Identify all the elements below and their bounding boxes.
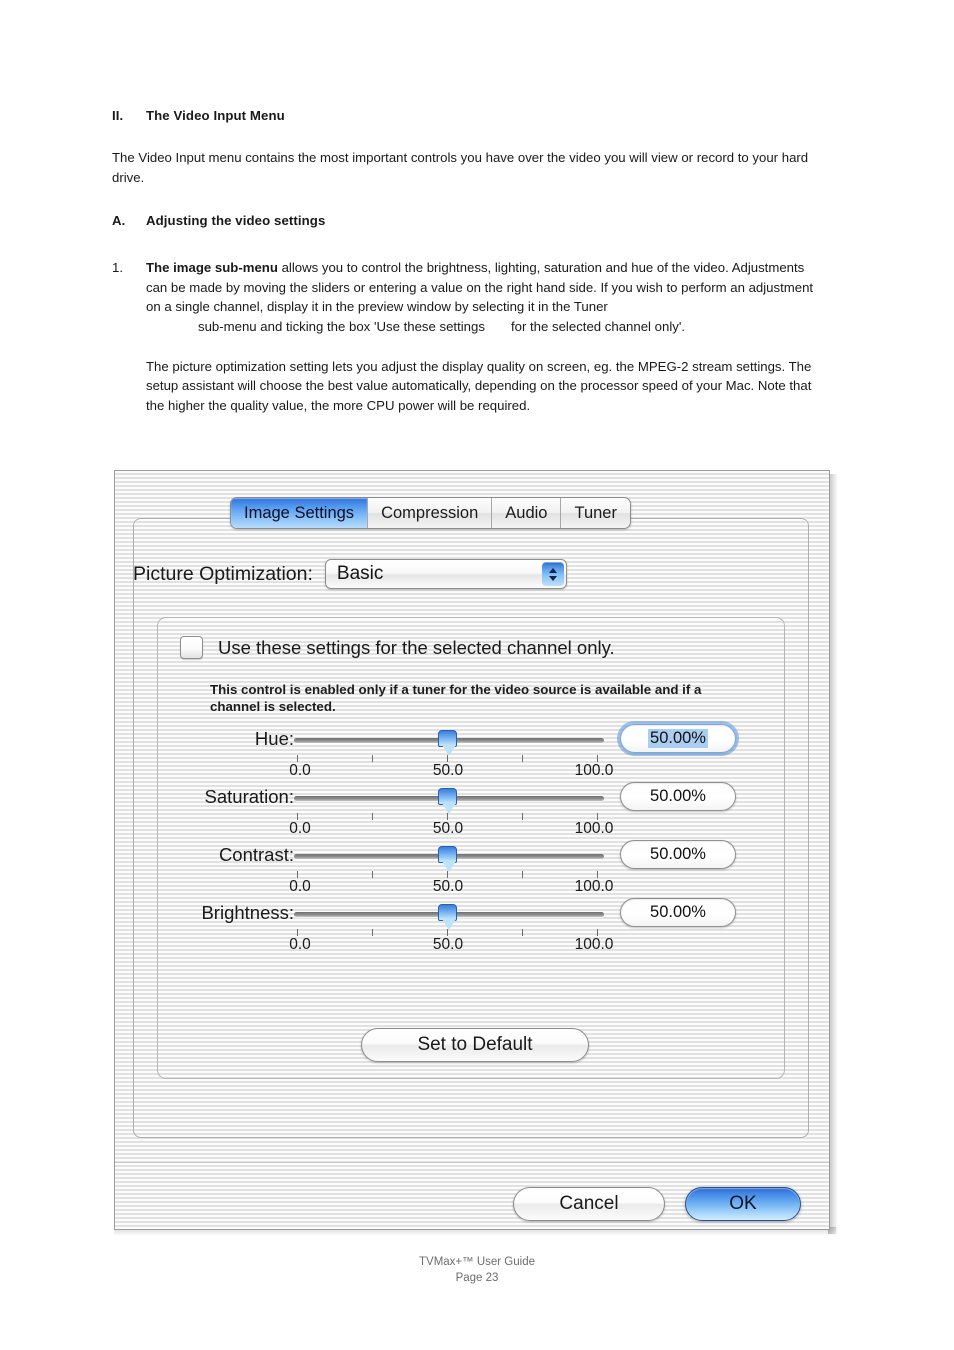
use-these-settings-label: Use these settings for the selected chan… [218,636,615,658]
list-item-indented: sub-menu and ticking the box 'Use these … [146,317,822,337]
slider-scale-min-saturation: 0.0 [289,820,311,837]
page-footer: TVMax+™ User Guide Page 23 [0,1254,954,1286]
slider-value-field-brightness[interactable]: 50.00% [620,898,736,927]
picture-optimization-row: Picture Optimization: Basic [133,559,567,589]
dialog-screenshot-figure: Image Settings Compression Audio Tuner P… [114,470,840,1238]
slider-thumb-contrast[interactable] [438,846,457,872]
dialog-button-row: Cancel OK [115,1179,829,1229]
list-item-body: The image sub-menu allows you to control… [146,258,822,336]
use-these-settings-checkbox-row[interactable]: Use these settings for the selected chan… [180,636,615,659]
tuner-availability-note: This control is enabled only if a tuner … [210,682,702,714]
slider-scale-brightness: 0.0 50.0 100.0 [289,936,613,954]
intro-paragraph: The Video Input menu contains the most i… [112,150,809,185]
slider-value-field-contrast[interactable]: 50.00% [620,840,736,869]
slider-label-contrast: Contrast: [218,844,294,865]
slider-row-saturation: Saturation: 0.0 50.0 100.0 50.00% [158,782,786,844]
tab-bar[interactable]: Image Settings Compression Audio Tuner [230,497,631,529]
slider-scale-mid-brightness: 50.0 [432,936,464,953]
slider-label-saturation: Saturation: [204,786,294,807]
slider-thumb-hue[interactable] [438,730,457,756]
slider-scale-min-hue: 0.0 [289,762,311,779]
section-title: The Video Input Menu [146,108,285,123]
tab-audio[interactable]: Audio [491,498,560,528]
slider-ticks-hue [294,755,604,762]
slider-scale-min-contrast: 0.0 [289,878,311,895]
slider-value-brightness: 50.00% [650,903,706,921]
slider-label-hue: Hue: [254,728,294,749]
tab-tuner[interactable]: Tuner [560,498,630,528]
subsection-letter: A. [112,213,126,229]
slider-scale-max-contrast: 100.0 [574,878,614,895]
slider-scale-mid-contrast: 50.0 [432,878,464,895]
subsection-title: Adjusting the video settings [146,213,326,229]
slider-scale-mid-saturation: 50.0 [432,820,464,837]
section-heading: II. The Video Input Menu [112,108,822,123]
channel-settings-group: Use these settings for the selected chan… [157,617,785,1079]
triangle-down-icon [548,575,557,581]
tab-compression[interactable]: Compression [367,498,491,528]
picture-optimization-dropdown[interactable]: Basic [324,559,567,589]
paragraph-picture-optimization: The picture optimization setting lets yo… [146,358,812,413]
footer-guide-title: TVMax+™ User Guide [419,1256,535,1268]
picture-optimization-label: Picture Optimization: [133,562,313,585]
slider-scale-max-saturation: 100.0 [574,820,614,837]
dialog-separator [115,1162,829,1163]
cancel-button[interactable]: Cancel [513,1187,665,1221]
slider-row-hue: Hue: 0.0 50.0 100.0 50.00% [158,721,786,786]
list-item-indented-b: for the selected channel only'. [510,318,686,334]
use-these-settings-checkbox[interactable] [180,636,203,659]
slider-ticks-contrast [294,871,604,878]
ok-button[interactable]: OK [685,1187,801,1221]
slider-scale-saturation: 0.0 50.0 100.0 [289,820,613,838]
slider-value-hue: 50.00% [648,729,708,748]
slider-value-contrast: 50.00% [650,845,706,863]
slider-group: Hue: 0.0 50.0 100.0 50.00% Saturation: 0… [158,721,786,960]
triangle-up-icon [548,567,557,573]
slider-row-brightness: Brightness: 0.0 50.0 100.0 50.00% [158,898,786,960]
slider-thumb-brightness[interactable] [438,904,457,930]
list-item-number: 1. [112,260,123,276]
section-number: II. [112,108,124,123]
slider-row-contrast: Contrast: 0.0 50.0 100.0 50.00% [158,840,786,902]
slider-value-field-saturation[interactable]: 50.00% [620,782,736,811]
slider-label-brightness: Brightness: [201,902,294,923]
footer-page-number: Page 23 [455,1272,499,1284]
list-item-lead: The image sub-menu [146,260,278,276]
document-body: II. The Video Input Menu The Video Input… [112,108,822,415]
set-to-default-label: Set to Default [417,1034,533,1055]
slider-scale-max-brightness: 100.0 [574,936,614,953]
slider-scale-contrast: 0.0 50.0 100.0 [289,878,613,896]
set-to-default-button[interactable]: Set to Default [361,1028,589,1062]
subsection-heading: A. Adjusting the video settings [112,213,822,228]
slider-scale-hue: 0.0 50.0 100.0 [289,762,613,780]
picture-optimization-value: Basic [336,563,384,584]
slider-value-field-hue[interactable]: 50.00% [617,721,739,756]
chevron-updown-icon[interactable] [541,562,564,586]
slider-ticks-saturation [294,813,604,820]
video-input-dialog-window: Image Settings Compression Audio Tuner P… [114,470,830,1230]
cancel-button-label: Cancel [559,1193,619,1214]
slider-ticks-brightness [294,929,604,936]
ok-button-label: OK [729,1193,757,1214]
list-item: 1. The image sub-menu allows you to cont… [112,258,822,336]
list-item-indented-a: sub-menu and ticking the box 'Use these … [198,318,485,334]
slider-scale-min-brightness: 0.0 [289,936,311,953]
slider-value-saturation: 50.00% [650,787,706,805]
slider-scale-max-hue: 100.0 [574,762,614,779]
slider-thumb-saturation[interactable] [438,788,457,814]
tab-image-settings[interactable]: Image Settings [231,498,368,528]
slider-scale-mid-hue: 50.0 [432,762,464,779]
